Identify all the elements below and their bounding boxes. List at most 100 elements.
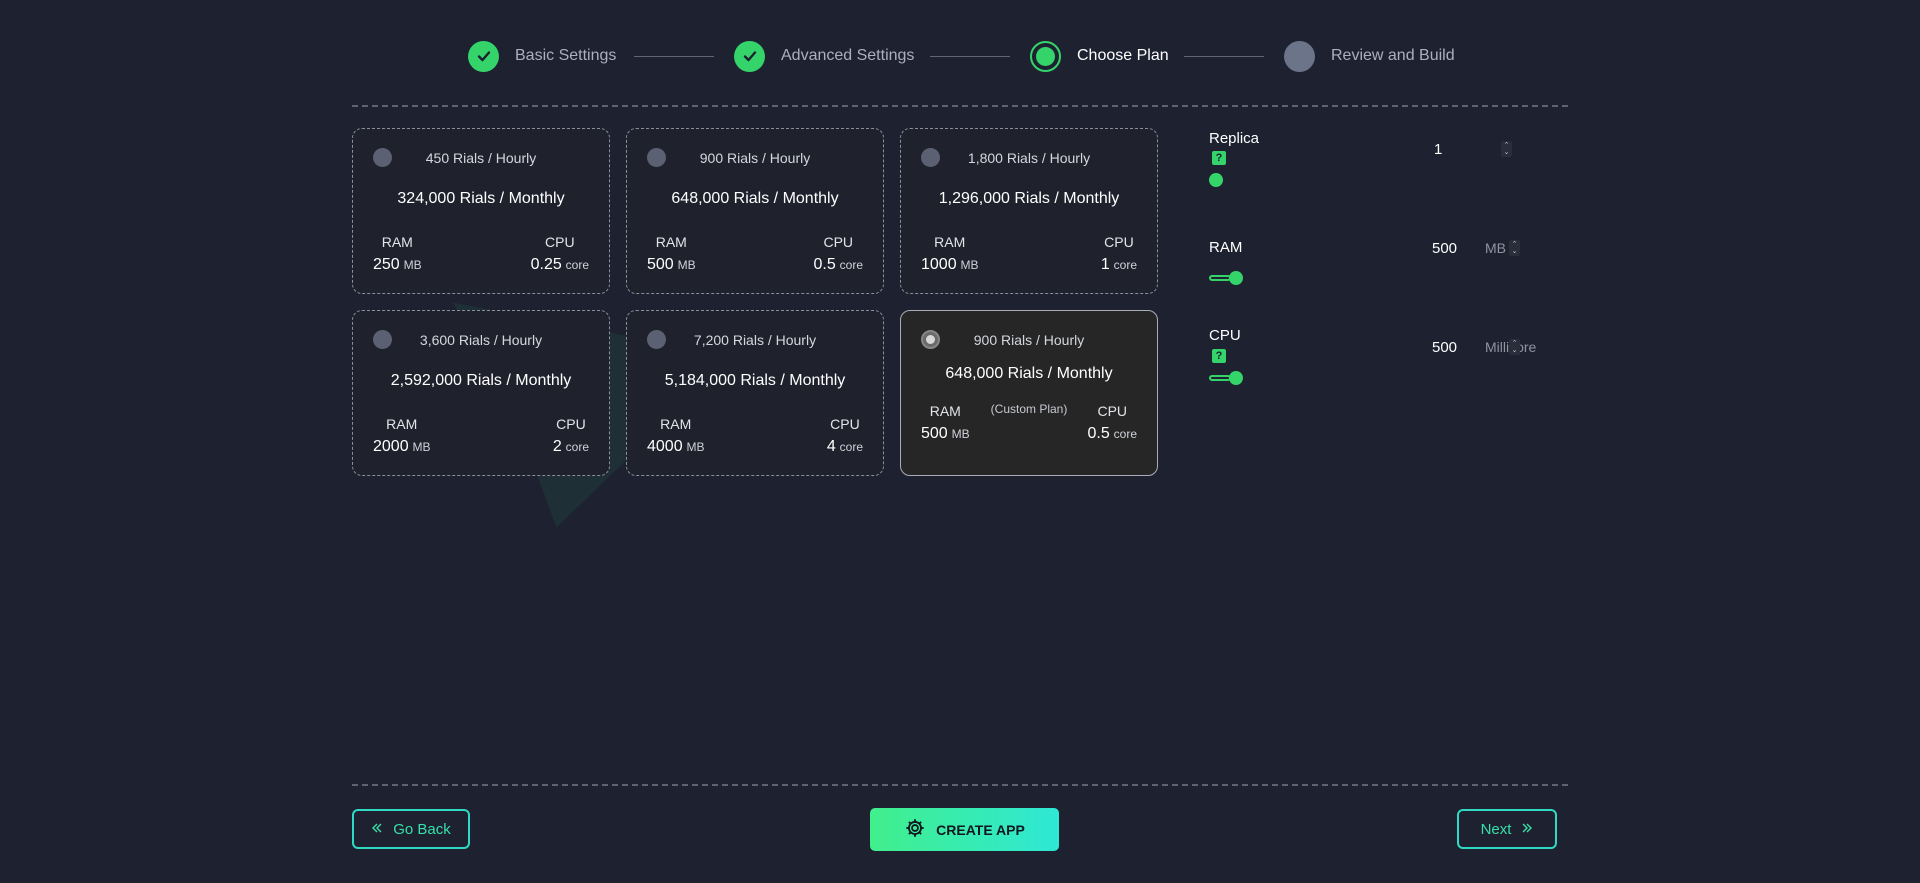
gear-icon <box>904 817 926 842</box>
ram-unit: MB <box>677 258 696 272</box>
plan-ram: RAM 500 MB <box>921 403 970 443</box>
cpu-label: CPU <box>1104 234 1134 250</box>
ram-unit: MB <box>960 258 979 272</box>
plan-ram: RAM 4000 MB <box>647 416 704 456</box>
plan-monthly-price: 1,296,000 Rials / Monthly <box>938 190 1120 207</box>
cpu-label: CPU <box>1097 403 1128 419</box>
double-chevron-left-icon <box>371 821 383 838</box>
plan-card[interactable]: 900 Rials / Hourly 648,000 Rials / Month… <box>626 128 884 294</box>
step-label: Review and Build <box>1331 47 1455 64</box>
slider-track <box>1209 275 1231 281</box>
plan-hourly-price: 7,200 Rials / Hourly <box>693 332 817 348</box>
active-step-icon <box>1030 40 1061 72</box>
ram-label: RAM <box>929 403 961 419</box>
plan-monthly-price: 324,000 Rials / Monthly <box>397 190 565 207</box>
ram-unit: MB <box>412 440 431 454</box>
plan-ram: RAM 250 MB <box>373 234 422 274</box>
replica-stepper[interactable]: ⌃ ⌄ <box>1501 141 1512 157</box>
cpu-value: 1 <box>1100 256 1110 273</box>
create-app-button[interactable]: CREATE APP <box>870 808 1059 851</box>
ram-label: RAM <box>381 234 413 250</box>
plan-monthly-price: 648,000 Rials / Monthly <box>945 365 1113 382</box>
plan-card[interactable]: 3,600 Rials / Hourly 2,592,000 Rials / M… <box>352 310 610 476</box>
ram-value: 500 <box>921 425 948 442</box>
step-advanced-settings[interactable]: Advanced Settings <box>734 39 914 73</box>
step-connector <box>1184 56 1264 57</box>
plan-ram: RAM 1000 MB <box>921 234 978 274</box>
plan-card[interactable]: 450 Rials / Hourly 324,000 Rials / Month… <box>352 128 610 294</box>
cpu-value: 0.25 <box>530 256 562 273</box>
next-label: Next <box>1480 820 1512 838</box>
ram-value: 2000 <box>373 438 409 455</box>
ram-slider[interactable] <box>1209 271 1243 285</box>
slider-track <box>1209 375 1231 381</box>
cpu-unit: core <box>839 440 863 454</box>
ram-stepper[interactable]: ⌃ ⌄ <box>1509 240 1520 256</box>
plan-ram: RAM 500 MB <box>647 234 696 274</box>
bottom-divider <box>352 784 1568 786</box>
cpu-label: CPU <box>830 416 860 432</box>
step-review-and-build[interactable]: Review and Build <box>1284 39 1455 73</box>
slider-knob[interactable] <box>1229 271 1243 285</box>
pending-step-icon <box>1284 40 1315 72</box>
plan-cpu: CPU 1 core <box>1101 234 1137 274</box>
replica-label: Replica <box>1209 130 1260 147</box>
check-icon <box>734 40 765 72</box>
plan-hourly-price: 3,600 Rials / Hourly <box>419 332 543 348</box>
go-back-button[interactable]: Go Back <box>352 809 470 849</box>
replica-input[interactable]: 1 <box>1434 141 1442 158</box>
ram-label: RAM <box>655 234 687 250</box>
check-icon <box>468 40 499 72</box>
slider-knob[interactable] <box>1229 371 1243 385</box>
plan-monthly-price: 2,592,000 Rials / Monthly <box>390 372 572 389</box>
cpu-label: CPU <box>823 234 854 250</box>
ram-value: 500 <box>647 256 674 273</box>
plan-hourly-price: 450 Rials / Hourly <box>425 150 537 166</box>
create-app-page: Basic Settings Advanced Settings Choose … <box>0 0 1920 883</box>
top-divider <box>352 105 1568 107</box>
step-basic-settings[interactable]: Basic Settings <box>468 39 616 73</box>
plan-monthly-price: 5,184,000 Rials / Monthly <box>664 372 846 389</box>
ram-label: RAM <box>386 416 418 432</box>
cpu-stepper[interactable]: ⌃ ⌄ <box>1509 339 1520 355</box>
ram-label: RAM <box>660 416 692 432</box>
plan-cpu: CPU 4 core <box>827 416 863 456</box>
plan-hourly-price: 1,800 Rials / Hourly <box>967 150 1091 166</box>
cpu-value: 0.5 <box>1087 425 1110 442</box>
plan-card[interactable]: 7,200 Rials / Hourly 5,184,000 Rials / M… <box>626 310 884 476</box>
cpu-unit: core <box>565 440 589 454</box>
cpu-setting-label: CPU <box>1209 327 1241 344</box>
plan-ram: RAM 2000 MB <box>373 416 430 456</box>
plan-cpu: CPU 0.5 core <box>1088 403 1137 443</box>
step-connector <box>930 56 1010 57</box>
cpu-unit: core <box>1113 427 1137 441</box>
ram-unit: MB <box>686 440 705 454</box>
go-back-label: Go Back <box>393 820 451 838</box>
replica-slider[interactable] <box>1209 173 1223 187</box>
double-chevron-right-icon <box>1521 821 1533 838</box>
question-icon[interactable]: ? <box>1212 151 1226 165</box>
cpu-unit: core <box>1113 258 1137 272</box>
ram-unit: MB <box>403 258 422 272</box>
step-choose-plan[interactable]: Choose Plan <box>1030 39 1169 73</box>
create-app-label: CREATE APP <box>936 821 1025 838</box>
ram-input[interactable]: 500 <box>1432 240 1457 257</box>
question-icon[interactable]: ? <box>1212 349 1226 363</box>
ram-value: 1000 <box>921 256 957 273</box>
custom-plan-card[interactable]: 900 Rials / Hourly 648,000 Rials / Month… <box>900 310 1158 476</box>
step-label: Advanced Settings <box>781 47 915 64</box>
stepper: Basic Settings Advanced Settings Choose … <box>0 39 1920 73</box>
ram-setting-label: RAM <box>1209 239 1243 256</box>
cpu-value: 0.5 <box>813 256 836 273</box>
plan-cpu: CPU 0.25 core <box>531 234 589 274</box>
step-label: Basic Settings <box>515 47 617 64</box>
plan-card[interactable]: 1,800 Rials / Hourly 1,296,000 Rials / M… <box>900 128 1158 294</box>
plan-hourly-price: 900 Rials / Hourly <box>699 150 811 166</box>
ram-unit-label: MB <box>1485 240 1506 256</box>
next-button[interactable]: Next <box>1457 809 1557 849</box>
cpu-slider[interactable] <box>1209 371 1243 385</box>
cpu-label: CPU <box>545 234 575 250</box>
cpu-input[interactable]: 500 <box>1432 339 1457 356</box>
cpu-value: 4 <box>826 438 836 455</box>
ram-value: 250 <box>373 256 400 273</box>
